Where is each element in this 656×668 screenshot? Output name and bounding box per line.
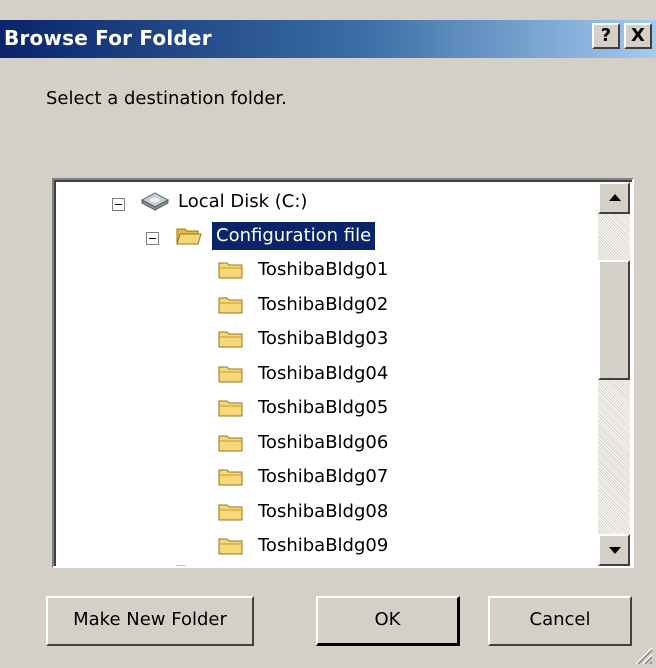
folder-label: ToshibaBldg05 (258, 397, 389, 418)
window-title: Browse For Folder (4, 26, 212, 50)
folder-icon (218, 538, 243, 555)
ok-button[interactable]: OK (316, 596, 460, 646)
folder-open-icon (176, 228, 202, 245)
tree-node-folder[interactable]: ToshibaBldg02 (56, 289, 596, 323)
browse-for-folder-dialog: Browse For Folder ? X Select a destinati… (0, 0, 656, 668)
folder-label: ToshibaBldg09 (258, 535, 389, 556)
folder-icon (176, 565, 186, 566)
folder-label: ToshibaBldg06 (258, 431, 389, 453)
tree-node-configuration-file[interactable]: Configuration file (56, 220, 596, 254)
scroll-up-arrow-icon (609, 194, 621, 201)
folder-icon (218, 435, 243, 451)
folder-label: ToshibaBldg07 (258, 466, 389, 487)
folder-label: ToshibaBldg01 (258, 259, 389, 280)
tree-node-folder[interactable]: ToshibaBldg07 (56, 461, 596, 495)
tree-node-drive[interactable]: Local Disk (C:) (56, 186, 596, 220)
folder-icon (218, 469, 243, 486)
selected-folder-label: Configuration file (212, 222, 376, 250)
drive-label: Local Disk (C:) (178, 191, 308, 212)
folder-label: ToshibaBldg08 (258, 500, 389, 522)
folder-icon (218, 400, 243, 417)
vertical-scrollbar[interactable] (598, 182, 630, 566)
collapse-minus-icon[interactable] (146, 232, 159, 245)
scroll-up-button[interactable] (598, 182, 630, 214)
help-button[interactable]: ? (592, 23, 620, 49)
tree-node-folder[interactable]: ToshibaBldg05 (56, 392, 596, 426)
tree-node-folder[interactable]: ToshibaBldg04 (56, 358, 596, 392)
resize-grip-icon[interactable] (630, 642, 654, 666)
tree-node-folder[interactable]: ToshibaBldg03 (56, 323, 596, 357)
scroll-down-arrow-icon (609, 547, 621, 554)
instruction-text: Select a destination folder. (46, 88, 287, 109)
close-button[interactable]: X (624, 23, 652, 49)
make-new-folder-button[interactable]: Make New Folder (46, 596, 254, 646)
collapse-minus-icon[interactable] (112, 198, 125, 211)
folder-label: ToshibaBldg03 (258, 328, 389, 349)
scrollbar-thumb[interactable] (598, 260, 630, 380)
folder-label: ToshibaBldg02 (258, 293, 389, 315)
folder-icon (218, 366, 243, 382)
folder-icon (218, 331, 243, 348)
folder-icon (218, 297, 243, 313)
folder-icon (218, 262, 243, 279)
tree-node-folder[interactable]: ToshibaBldg06 (56, 427, 596, 461)
folder-tree-view[interactable]: Local Disk (C:) Configuration file Toshi… (52, 178, 634, 568)
cancel-button[interactable]: Cancel (488, 596, 632, 646)
scroll-down-button[interactable] (598, 534, 630, 566)
hard-drive-icon (140, 192, 170, 211)
tree-node-folder[interactable]: ToshibaBldg09 (56, 530, 596, 564)
tree-node-folder[interactable]: ToshibaBldg08 (56, 496, 596, 530)
tree-node-folder[interactable]: ToshibaBldg01 (56, 254, 596, 288)
title-bar[interactable]: Browse For Folder ? X (0, 20, 656, 58)
folder-label: ToshibaBldg04 (258, 362, 389, 384)
folder-icon (218, 504, 243, 520)
